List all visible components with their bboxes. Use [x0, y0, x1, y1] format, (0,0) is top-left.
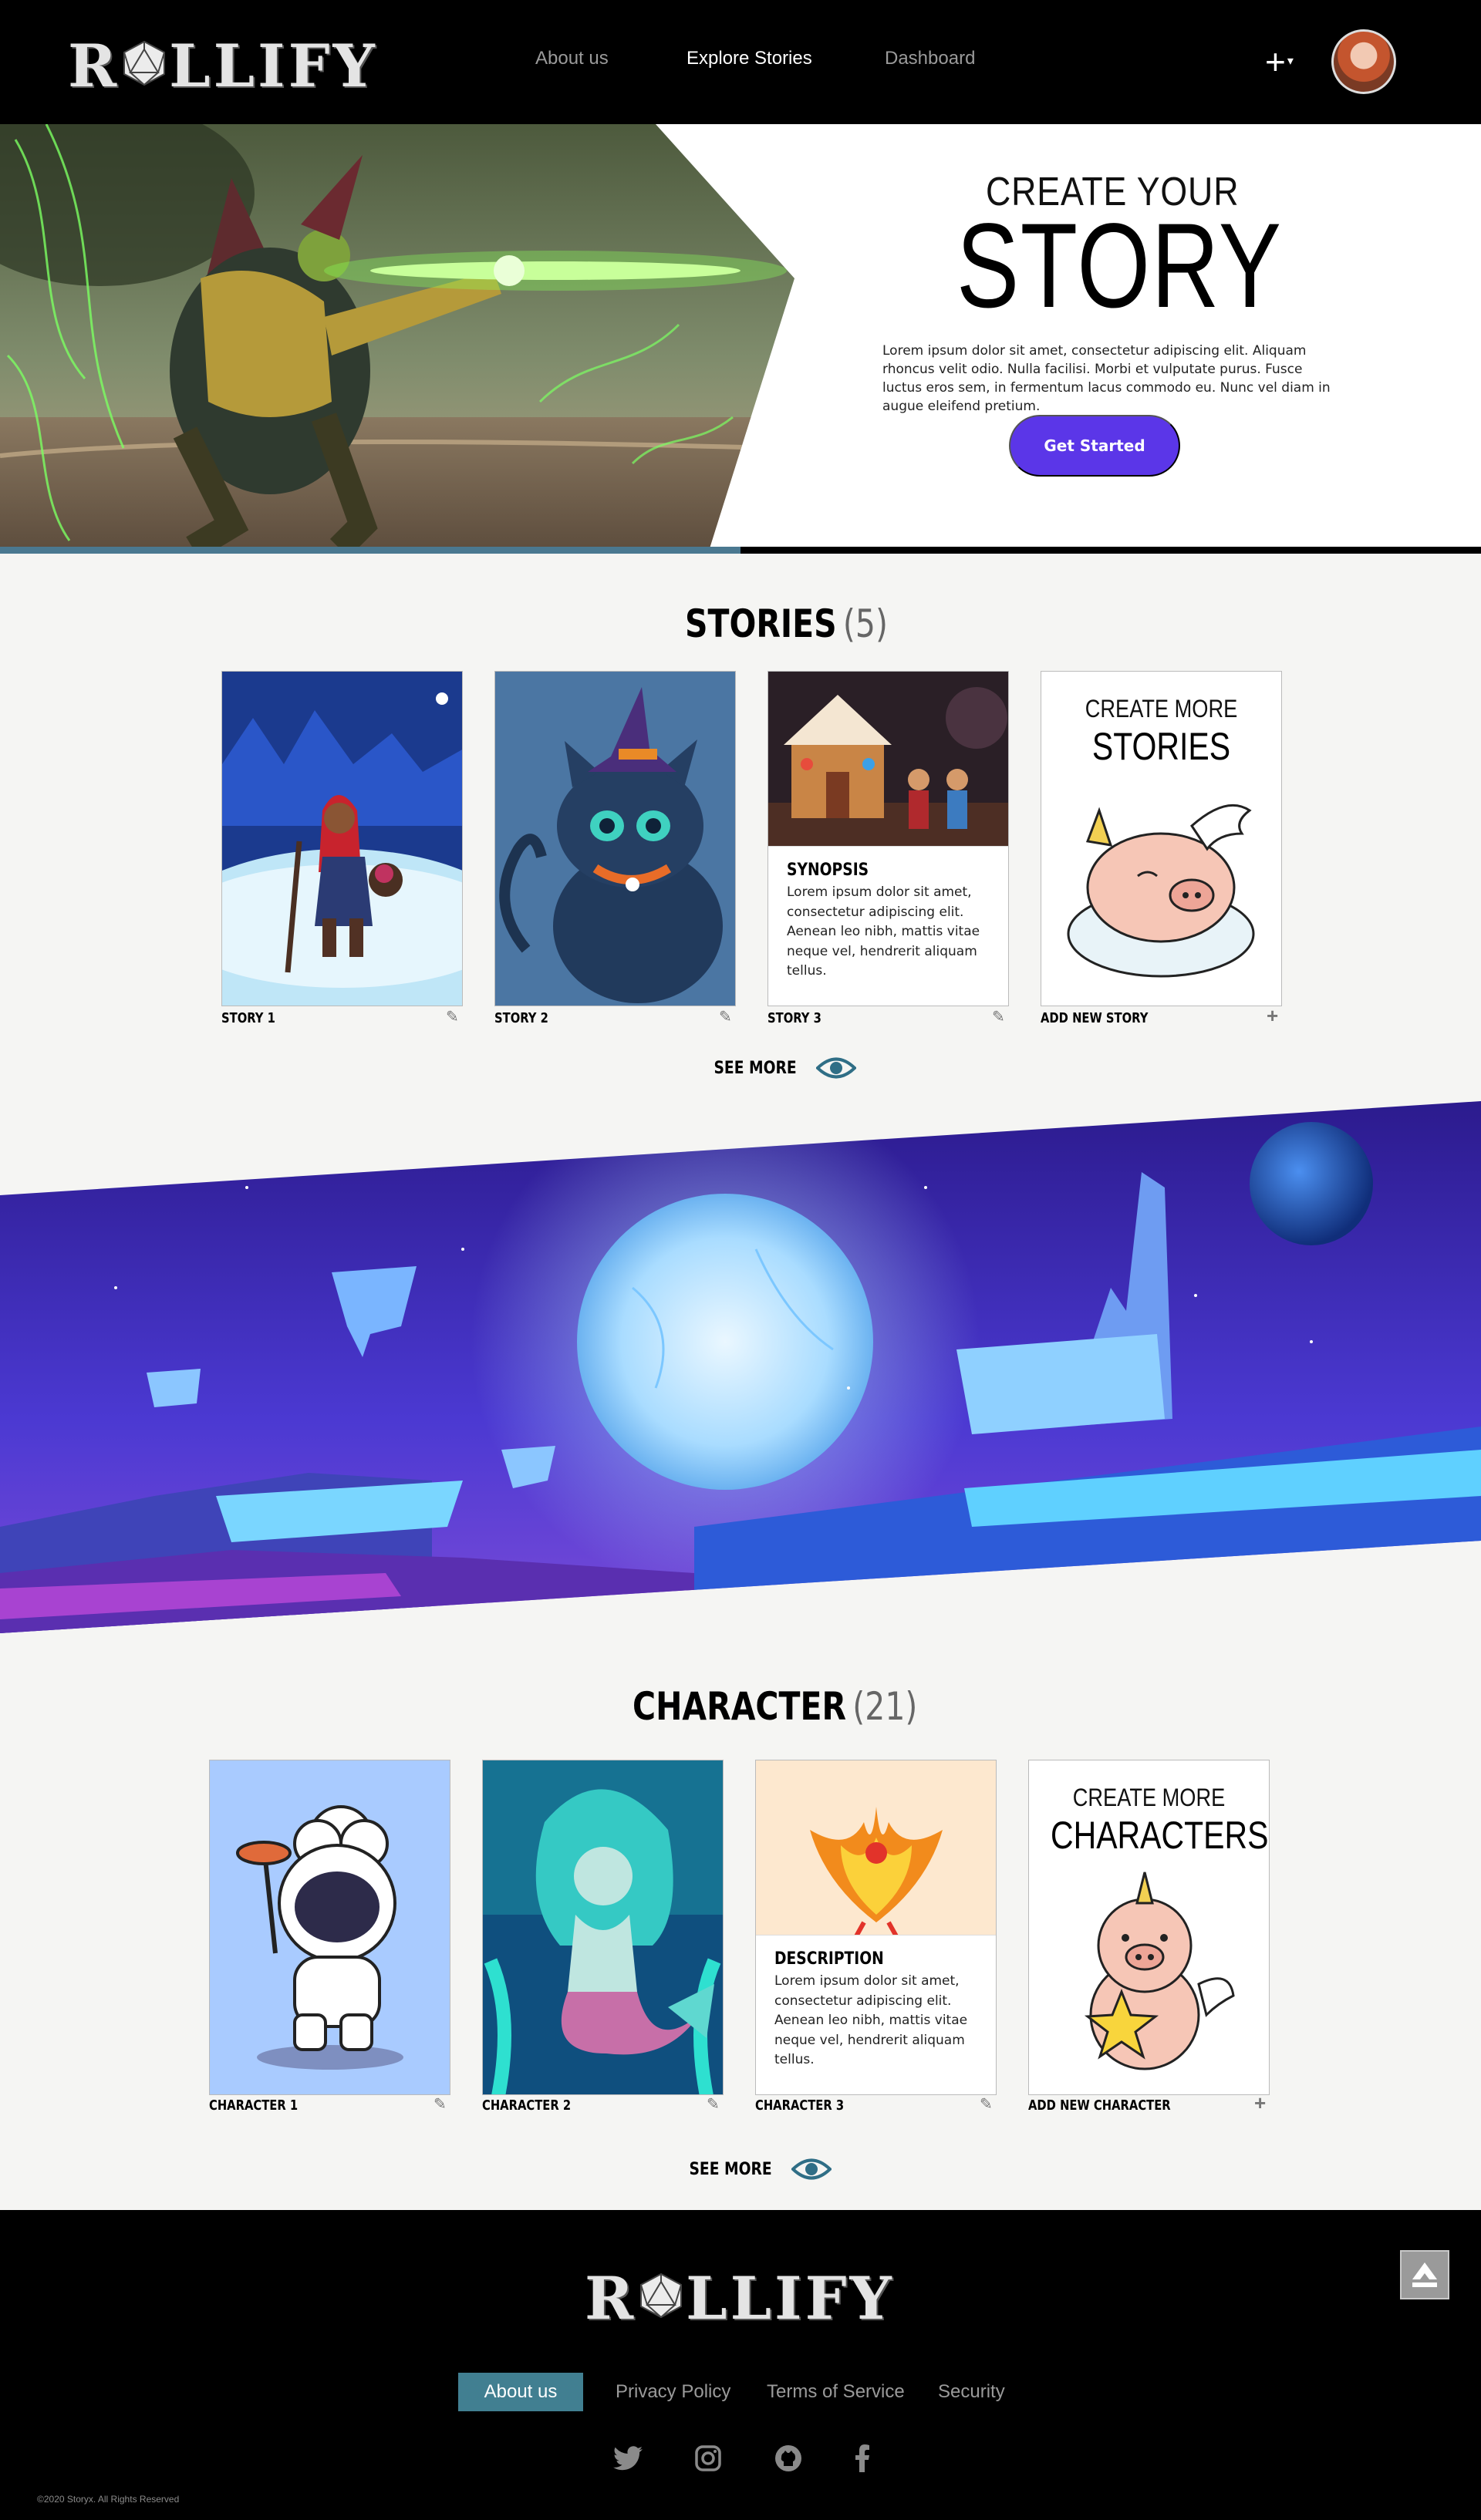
eye-icon	[791, 2158, 832, 2180]
character-1-label[interactable]: CHARACTER 1	[209, 2097, 298, 2114]
synopsis-title: SYNOPSIS	[787, 861, 869, 880]
create-menu-button[interactable]: + ▾	[1265, 40, 1294, 83]
create-more-characters-line1: CREATE MORE	[1072, 1784, 1226, 1811]
create-more-stories-line1: CREATE MORE	[1085, 695, 1238, 723]
pencil-icon[interactable]: ✎	[446, 1007, 459, 1026]
story-card-3[interactable]: SYNOPSIS Lorem ipsum dolor sit amet, con…	[767, 671, 1009, 1006]
get-started-button[interactable]: Get Started	[1009, 415, 1180, 477]
description-title: DESCRIPTION	[774, 1949, 884, 1969]
pencil-icon[interactable]: ✎	[980, 2094, 993, 2114]
hero-divider-left	[0, 547, 740, 554]
pig-with-star-illustration	[1084, 1871, 1235, 2070]
astronaut-chef-illustration	[210, 1760, 450, 2094]
space-landscape-banner	[0, 1101, 1481, 1633]
hero-title: STORY	[956, 199, 1283, 333]
copyright-text: ©2020 Storyx. All Rights Reserved	[37, 2494, 180, 2505]
description-text: Lorem ipsum dolor sit amet, consectetur …	[774, 1973, 968, 2067]
story-card-1[interactable]	[221, 671, 463, 1006]
character-description-panel: DESCRIPTION Lorem ipsum dolor sit amet, …	[756, 1935, 996, 2094]
character-card-2[interactable]	[482, 1760, 724, 2095]
d20-die-icon	[639, 2264, 683, 2333]
character-3-label[interactable]: CHARACTER 3	[755, 2097, 844, 2114]
twitter-icon[interactable]	[611, 2441, 645, 2475]
create-character-card[interactable]: CREATE MORE CHARACTERS	[1028, 1760, 1270, 2095]
mermaid-illustration	[483, 1760, 723, 2094]
stories-heading: STORIES (5)	[685, 601, 888, 646]
pencil-icon[interactable]: ✎	[707, 2094, 720, 2114]
user-avatar[interactable]	[1331, 29, 1396, 94]
story-synopsis-panel: SYNOPSIS Lorem ipsum dolor sit amet, con…	[768, 846, 1008, 1006]
plus-icon: +	[1265, 42, 1286, 82]
story-card-2[interactable]	[494, 671, 736, 1006]
characters-see-more-label: SEE MORE	[689, 2159, 772, 2179]
pencil-icon[interactable]: ✎	[434, 2094, 447, 2114]
footer: R LLIFY About us Privacy Policy Terms of…	[0, 2210, 1481, 2520]
stories-see-more-button[interactable]: SEE MORE	[707, 1055, 857, 1081]
phoenix-illustration	[756, 1760, 996, 1936]
story-1-label[interactable]: STORY 1	[221, 1010, 275, 1026]
facebook-icon[interactable]	[845, 2441, 879, 2475]
footer-terms-of-service[interactable]: Terms of Service	[767, 2381, 905, 2403]
pencil-icon[interactable]: ✎	[992, 1007, 1005, 1026]
rollify-logo[interactable]: R LLIFY	[68, 31, 378, 100]
witch-cat-illustration	[495, 672, 735, 1006]
add-new-character-label[interactable]: ADD NEW CHARACTER	[1028, 2097, 1171, 2114]
add-plus-icon[interactable]: +	[1267, 1004, 1278, 1028]
arrow-up-icon	[1412, 2262, 1437, 2287]
nav-about-us[interactable]: About us	[535, 48, 609, 69]
create-story-card[interactable]: CREATE MORE STORIES	[1041, 671, 1282, 1006]
flying-pig-illustration	[1067, 804, 1255, 978]
footer-security[interactable]: Security	[938, 2381, 1005, 2403]
add-plus-icon[interactable]: +	[1254, 2091, 1266, 2115]
story-3-label[interactable]: STORY 3	[767, 1010, 821, 1026]
characters-title: CHARACTER	[633, 1684, 847, 1729]
footer-rollify-logo[interactable]: R LLIFY	[585, 2264, 895, 2333]
create-more-stories-line2: STORIES	[1091, 725, 1231, 768]
footer-privacy-policy[interactable]: Privacy Policy	[616, 2381, 730, 2403]
hero-section: CREATE YOUR STORY Lorem ipsum dolor sit …	[0, 124, 1481, 554]
characters-count: (21)	[852, 1684, 918, 1729]
story-2-label[interactable]: STORY 2	[494, 1010, 548, 1026]
create-more-characters-line2: CHARACTERS	[1050, 1814, 1269, 1857]
nav-dashboard[interactable]: Dashboard	[885, 48, 975, 69]
pencil-icon[interactable]: ✎	[719, 1007, 732, 1026]
character-card-1[interactable]	[209, 1760, 450, 2095]
nav-explore-stories[interactable]: Explore Stories	[687, 48, 812, 69]
hero-description: Lorem ipsum dolor sit amet, consectetur …	[882, 343, 1331, 414]
characters-see-more-button[interactable]: SEE MORE	[682, 2156, 832, 2182]
caret-down-icon: ▾	[1287, 55, 1294, 68]
github-icon[interactable]	[771, 2441, 805, 2475]
character-card-3[interactable]: DESCRIPTION Lorem ipsum dolor sit amet, …	[755, 1760, 997, 2095]
instagram-icon[interactable]	[691, 2441, 725, 2475]
characters-heading: CHARACTER (21)	[633, 1684, 917, 1729]
stories-see-more-label: SEE MORE	[714, 1058, 797, 1078]
stories-count: (5)	[842, 601, 889, 646]
footer-about-us[interactable]: About us	[458, 2373, 583, 2411]
eye-icon	[816, 1057, 857, 1079]
red-riding-hood-illustration	[222, 672, 462, 1006]
hero-wizard-illustration	[0, 124, 794, 548]
stories-title: STORIES	[685, 601, 837, 646]
d20-die-icon	[123, 32, 166, 100]
synopsis-text: Lorem ipsum dolor sit amet, consectetur …	[787, 884, 980, 979]
hero-divider-right	[740, 547, 1481, 554]
add-new-story-label[interactable]: ADD NEW STORY	[1041, 1010, 1148, 1026]
top-nav: R LLIFY About us Explore Stories Dashboa…	[0, 0, 1481, 124]
scroll-to-top-button[interactable]	[1400, 2250, 1449, 2299]
character-2-label[interactable]: CHARACTER 2	[482, 2097, 571, 2114]
gingerbread-house-illustration	[768, 672, 1008, 847]
